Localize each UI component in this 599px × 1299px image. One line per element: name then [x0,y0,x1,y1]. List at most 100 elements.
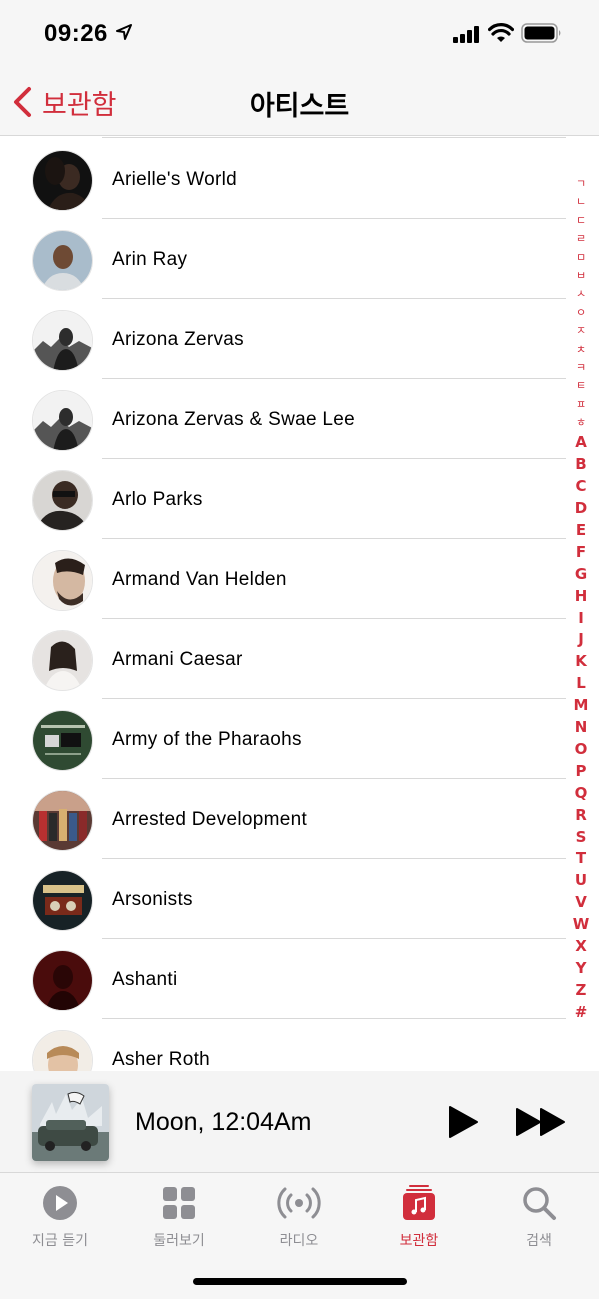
index-letter[interactable]: ㅈ [569,322,593,340]
index-letter[interactable]: # [569,1002,593,1024]
artist-avatar [32,310,93,371]
index-letter[interactable]: B [569,454,593,476]
index-letter[interactable]: D [569,498,593,520]
artist-name: Army of the Pharaohs [112,729,302,750]
index-letter[interactable]: L [569,673,593,695]
artist-row[interactable]: Asher Roth [0,1019,599,1071]
home-indicator[interactable] [193,1278,407,1285]
index-letter[interactable]: X [569,936,593,958]
artist-list[interactable]: Arielle's World Arin Ray Arizona Zervas … [0,137,599,1071]
section-index[interactable]: ㄱ ㄴ ㄷ ㄹ ㅁ ㅂ ㅅ ㅇ ㅈ ㅊ ㅋ ㅌ ㅍ ㅎ A B C D E F … [569,175,593,1024]
artist-name: Arizona Zervas & Swae Lee [112,409,356,430]
index-letter[interactable]: E [569,520,593,542]
play-circle-icon [43,1186,77,1220]
index-letter[interactable]: P [569,761,593,783]
index-letter[interactable]: ㄱ [569,175,593,193]
index-letter[interactable]: F [569,542,593,564]
artist-name: Ashanti [112,969,178,990]
index-letter[interactable]: ㄹ [569,230,593,248]
artist-row[interactable]: Ashanti [0,939,599,1019]
artist-avatar [32,630,93,691]
index-letter[interactable]: R [569,805,593,827]
artist-name: Arlo Parks [112,489,203,510]
artist-row[interactable]: Arsonists [0,859,599,939]
status-time: 09:26 [44,20,108,47]
artist-name: Armani Caesar [112,649,243,670]
artist-name: Arielle's World [112,169,237,190]
artist-name: Arin Ray [112,249,188,270]
index-letter[interactable]: S [569,827,593,849]
index-letter[interactable]: C [569,476,593,498]
index-letter[interactable]: U [569,870,593,892]
artist-name: Arizona Zervas [112,329,244,350]
index-letter[interactable]: G [569,564,593,586]
index-letter[interactable]: ㅅ [569,285,593,303]
tab-label: 검색 [526,1233,552,1249]
index-letter[interactable]: I [569,608,593,630]
index-letter[interactable]: W [569,914,593,936]
index-letter[interactable]: V [569,892,593,914]
index-letter[interactable]: Z [569,980,593,1002]
index-letter[interactable]: O [569,739,593,761]
play-icon[interactable] [447,1105,479,1139]
index-letter[interactable]: ㅎ [569,414,593,432]
index-letter[interactable]: H [569,586,593,608]
artist-row[interactable]: Arielle's World [0,139,599,219]
artist-row[interactable]: Armani Caesar [0,619,599,699]
tab-label: 보관함 [399,1233,439,1249]
index-letter[interactable]: ㅊ [569,341,593,359]
index-letter[interactable]: ㅍ [569,396,593,414]
artist-avatar [32,1030,93,1071]
tab-browse[interactable]: 둘러보기 [119,1183,239,1253]
tab-radio[interactable]: 라디오 [239,1183,359,1253]
index-letter[interactable]: ㄷ [569,212,593,230]
artist-avatar [32,950,93,1011]
index-letter[interactable]: T [569,848,593,870]
artist-avatar [32,790,93,851]
search-icon [523,1187,556,1220]
artist-row[interactable]: Arin Ray [0,219,599,299]
artist-row[interactable]: Arlo Parks [0,459,599,539]
artist-avatar [32,150,93,211]
artist-row[interactable]: Armand Van Helden [0,539,599,619]
album-art[interactable] [32,1084,109,1161]
index-letter[interactable]: K [569,651,593,673]
artist-row[interactable]: Arizona Zervas [0,299,599,379]
grid-icon [163,1187,195,1219]
radio-waves-icon [277,1187,321,1219]
tab-search[interactable]: 검색 [479,1183,599,1253]
index-letter[interactable]: Q [569,783,593,805]
cellular-signal-icon [453,26,479,43]
artist-avatar [32,710,93,771]
index-letter[interactable]: Y [569,958,593,980]
navigation-bar: 보관함 아티스트 [0,68,599,136]
tab-label: 라디오 [279,1233,319,1249]
index-letter[interactable]: J [569,629,593,651]
fast-forward-icon[interactable] [515,1107,567,1137]
tab-label: 지금 듣기 [32,1233,88,1249]
index-letter[interactable]: ㄴ [569,193,593,211]
tab-listen-now[interactable]: 지금 듣기 [0,1183,120,1253]
index-letter[interactable]: N [569,717,593,739]
artist-row[interactable]: Arizona Zervas & Swae Lee [0,379,599,459]
index-letter[interactable]: ㅋ [569,359,593,377]
index-letter[interactable]: ㅌ [569,377,593,395]
artist-name: Arrested Development [112,809,308,830]
divider [102,137,566,138]
index-letter[interactable]: ㅇ [569,304,593,322]
artist-name: Armand Van Helden [112,569,287,590]
index-letter[interactable]: ㅁ [569,249,593,267]
mini-player[interactable]: Moon, 12:04Am [0,1071,599,1173]
artist-row[interactable]: Army of the Pharaohs [0,699,599,779]
artist-row[interactable]: Arrested Development [0,779,599,859]
tab-library[interactable]: 보관함 [359,1183,479,1253]
location-arrow-icon [116,24,132,40]
wifi-icon [488,23,514,42]
index-letter[interactable]: A [569,432,593,454]
page-title: 아티스트 [249,91,350,122]
artist-avatar [32,470,93,531]
index-letter[interactable]: ㅂ [569,267,593,285]
now-playing-title[interactable]: Moon, 12:04Am [135,1108,312,1137]
index-letter[interactable]: M [569,695,593,717]
tab-label: 둘러보기 [153,1233,205,1249]
